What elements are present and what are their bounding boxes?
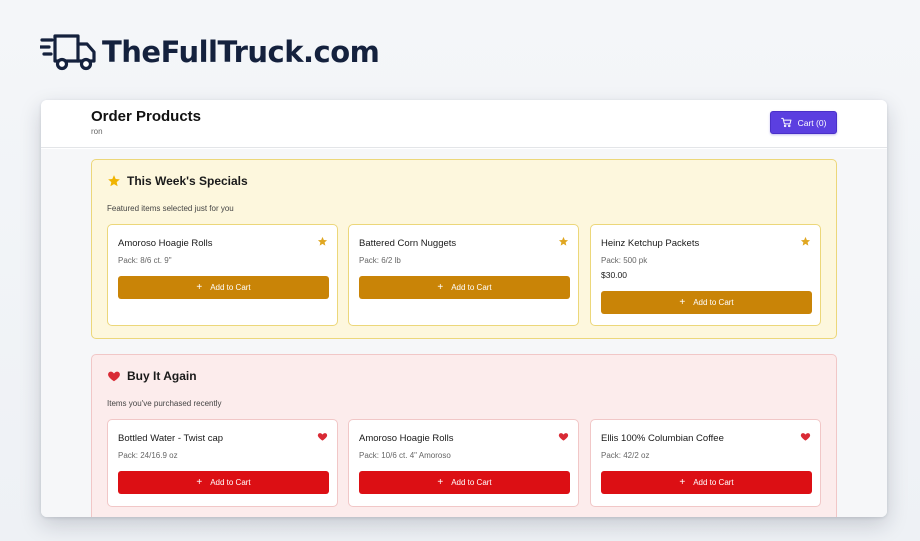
product-pack: Pack: 500 pk [601, 256, 648, 265]
customer-name: ron [91, 127, 103, 136]
plus-icon: + [196, 476, 203, 488]
product-grid: Bottled Water - Twist cap Pack: 24/16.9 … [107, 419, 823, 517]
star-icon[interactable] [317, 236, 328, 247]
add-to-cart-label: Add to Cart [451, 283, 492, 292]
product-name: Bottled Water - Twist cap [118, 433, 224, 444]
product-pack: Pack: 6/2 lb [359, 256, 401, 265]
heart-icon [108, 371, 120, 382]
product-card: Heinz Ketchup Packets Pack: 500 pk $30.0… [590, 224, 821, 326]
product-card: Amoroso Hoagie Rolls Pack: 8/6 ct. 9" + A… [107, 224, 338, 326]
product-grid: Amoroso Hoagie Rolls Pack: 8/6 ct. 9" + A… [107, 224, 823, 326]
plus-icon: + [437, 476, 444, 488]
heart-icon[interactable] [558, 431, 569, 442]
product-name: Amoroso Hoagie Rolls [118, 238, 213, 249]
product-card: Amoroso Hoagie Rolls Pack: 10/6 ct. 4" A… [348, 419, 579, 507]
product-pack: Pack: 24/16.9 oz [118, 451, 178, 460]
cart-button[interactable]: Cart (0) [770, 111, 837, 134]
product-price: $30.00 [601, 270, 627, 280]
product-pack: Pack: 10/6 ct. 4" Amoroso [359, 451, 451, 460]
shopping-cart-icon [780, 117, 792, 128]
product-card: Ellis 100% Columbian Coffee Pack: 42/2 o… [590, 419, 821, 507]
product-name: Ellis 100% Columbian Coffee [601, 433, 724, 444]
product-name: Heinz Ketchup Packets [601, 238, 700, 249]
page-content[interactable]: This Week's Specials Featured items sele… [41, 149, 887, 517]
heart-icon[interactable] [317, 431, 328, 442]
add-to-cart-label: Add to Cart [210, 283, 251, 292]
add-to-cart-button[interactable]: + Add to Cart [359, 276, 570, 299]
add-to-cart-button[interactable]: + Add to Cart [118, 471, 329, 494]
heart-icon[interactable] [800, 431, 811, 442]
product-name: Amoroso Hoagie Rolls [359, 433, 454, 444]
product-pack: Pack: 42/2 oz [601, 451, 650, 460]
section-description: Items you've purchased recently [107, 399, 222, 408]
add-to-cart-label: Add to Cart [693, 298, 734, 307]
buy-again-section: Buy It Again Items you've purchased rece… [91, 354, 837, 517]
section-title: This Week's Specials [127, 174, 248, 188]
specials-section: This Week's Specials Featured items sele… [91, 159, 837, 339]
plus-icon: + [679, 476, 686, 488]
section-title: Buy It Again [127, 369, 197, 383]
star-icon[interactable] [800, 236, 811, 247]
product-card: Bottled Water - Twist cap Pack: 24/16.9 … [107, 419, 338, 507]
product-name: Battered Corn Nuggets [359, 238, 457, 249]
page-header: Order Products ron Cart (0) [41, 100, 887, 148]
add-to-cart-button[interactable]: + Add to Cart [601, 471, 812, 494]
plus-icon: + [679, 296, 686, 308]
page-title: Order Products [91, 108, 202, 125]
add-to-cart-button[interactable]: + Add to Cart [359, 471, 570, 494]
star-icon [108, 175, 120, 187]
product-pack: Pack: 8/6 ct. 9" [118, 256, 172, 265]
app-window: Order Products ron Cart (0) This Week's … [41, 100, 887, 517]
delivery-truck-icon [40, 34, 96, 71]
brand-name: TheFullTruck.com [102, 35, 380, 69]
star-icon[interactable] [558, 236, 569, 247]
add-to-cart-label: Add to Cart [210, 478, 251, 487]
add-to-cart-button[interactable]: + Add to Cart [118, 276, 329, 299]
plus-icon: + [437, 281, 444, 293]
brand: TheFullTruck.com [40, 32, 380, 72]
add-to-cart-button[interactable]: + Add to Cart [601, 291, 812, 314]
product-card: Battered Corn Nuggets Pack: 6/2 lb + Add … [348, 224, 579, 326]
plus-icon: + [196, 281, 203, 293]
section-description: Featured items selected just for you [107, 204, 234, 213]
add-to-cart-label: Add to Cart [693, 478, 734, 487]
cart-label: Cart (0) [797, 117, 827, 128]
add-to-cart-label: Add to Cart [451, 478, 492, 487]
